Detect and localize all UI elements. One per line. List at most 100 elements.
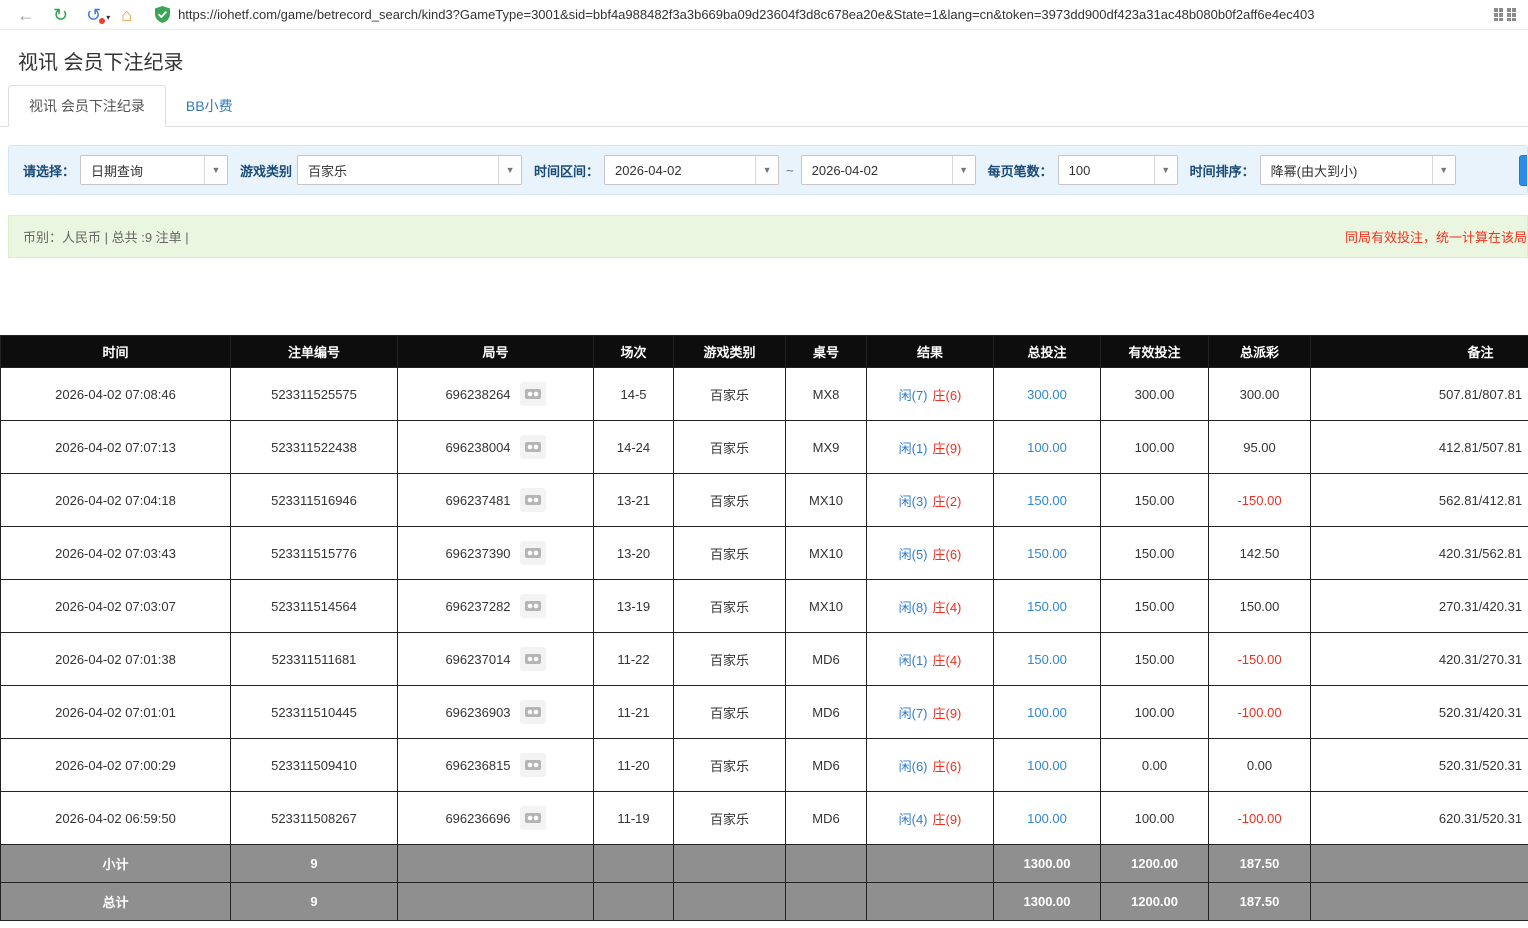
cell-time: 2026-04-02 07:03:43: [1, 527, 231, 580]
history-dropdown-caret[interactable]: ▾: [106, 13, 110, 22]
cell-total-bet: 150.00: [994, 633, 1101, 686]
bet-records-table: 时间 注单编号 局号 场次 游戏类别 桌号 结果 总投注 有效投注 总派彩 备注…: [0, 335, 1528, 921]
cell-valid-bet: 150.00: [1101, 527, 1209, 580]
chevron-down-icon: ▼: [1432, 156, 1455, 184]
cell-table-no: MX10: [786, 474, 867, 527]
video-replay-button[interactable]: [520, 647, 546, 671]
total-bet-link[interactable]: 300.00: [1027, 387, 1067, 402]
summary-payout: 187.50: [1209, 845, 1311, 883]
bet-records-table-wrap: 时间 注单编号 局号 场次 游戏类别 桌号 结果 总投注 有效投注 总派彩 备注…: [0, 335, 1528, 921]
cell-remark: 420.31/562.81: [1311, 527, 1528, 580]
search-button[interactable]: [1519, 155, 1528, 186]
video-replay-button[interactable]: [520, 753, 546, 777]
round-number: 696236903: [445, 705, 510, 720]
video-replay-button[interactable]: [520, 541, 546, 565]
back-button-icon[interactable]: ←: [17, 6, 35, 24]
home-icon[interactable]: ⌂: [121, 6, 132, 24]
query-mode-select[interactable]: 日期查询 ▼: [80, 155, 228, 185]
cell-valid-bet: 300.00: [1101, 368, 1209, 421]
cell-bet-no: 523311511681: [231, 633, 398, 686]
cell-table-no: MD6: [786, 686, 867, 739]
cell-remark: 507.81/807.81: [1311, 368, 1528, 421]
cell-bet-no: 523311525575: [231, 368, 398, 421]
apps-grid-icon[interactable]: [1494, 8, 1520, 21]
game-type-value: 百家乐: [298, 161, 498, 180]
cell-game-type: 百家乐: [674, 633, 786, 686]
cell-result: 闲(6)庄(6): [867, 739, 994, 792]
total-bet-link[interactable]: 150.00: [1027, 652, 1067, 667]
cell-time: 2026-04-02 07:03:07: [1, 580, 231, 633]
sort-order-select[interactable]: 降幂(由大到小) ▼: [1260, 155, 1456, 185]
cell-bet-no: 523311522438: [231, 421, 398, 474]
cell-valid-bet: 150.00: [1101, 474, 1209, 527]
cell-round-no: 696238004: [398, 421, 594, 474]
table-row: 2026-04-02 07:00:29 523311509410 6962368…: [1, 739, 1528, 792]
table-row: 2026-04-02 07:03:07 523311514564 6962372…: [1, 580, 1528, 633]
total-bet-link[interactable]: 100.00: [1027, 705, 1067, 720]
cell-payout: -100.00: [1209, 792, 1311, 845]
total-bet-link[interactable]: 150.00: [1027, 493, 1067, 508]
cell-total-bet: 150.00: [994, 527, 1101, 580]
total-bet-link[interactable]: 100.00: [1027, 440, 1067, 455]
total-bet-link[interactable]: 100.00: [1027, 811, 1067, 826]
header-time: 时间: [1, 336, 231, 368]
valid-bet-notice: 同局有效投注，统一计算在该局: [1345, 227, 1527, 246]
summary-valid-bet: 1200.00: [1101, 883, 1209, 921]
cell-valid-bet: 100.00: [1101, 686, 1209, 739]
tab-bb-tips[interactable]: BB小费: [166, 86, 253, 126]
cell-valid-bet: 150.00: [1101, 633, 1209, 686]
cell-table-no: MX10: [786, 580, 867, 633]
video-replay-button[interactable]: [520, 594, 546, 618]
cell-session: 11-20: [594, 739, 674, 792]
cell-time: 2026-04-02 07:08:46: [1, 368, 231, 421]
video-replay-button[interactable]: [520, 488, 546, 512]
table-row: 2026-04-02 07:08:46 523311525575 6962382…: [1, 368, 1528, 421]
cell-round-no: 696236696: [398, 792, 594, 845]
table-row: 2026-04-02 06:59:50 523311508267 6962366…: [1, 792, 1528, 845]
video-replay-button[interactable]: [520, 435, 546, 459]
total-bet-link[interactable]: 100.00: [1027, 758, 1067, 773]
cell-session: 14-5: [594, 368, 674, 421]
per-page-select[interactable]: 100 ▼: [1058, 155, 1178, 185]
round-number: 696237282: [445, 599, 510, 614]
date-from-value: 2026-04-02: [605, 163, 755, 178]
date-from-select[interactable]: 2026-04-02 ▼: [604, 155, 779, 185]
cell-table-no: MD6: [786, 792, 867, 845]
undo-history-icon[interactable]: ↺: [86, 6, 101, 24]
header-remark: 备注: [1311, 336, 1528, 368]
cell-round-no: 696237282: [398, 580, 594, 633]
cell-total-bet: 300.00: [994, 368, 1101, 421]
result-player: 闲(6): [899, 759, 928, 774]
result-player: 闲(1): [899, 653, 928, 668]
cell-remark: 412.81/507.81: [1311, 421, 1528, 474]
tab-bet-records[interactable]: 视讯 会员下注纪录: [8, 85, 166, 127]
cell-total-bet: 100.00: [994, 421, 1101, 474]
cell-payout: -150.00: [1209, 633, 1311, 686]
cell-payout: 150.00: [1209, 580, 1311, 633]
video-replay-button[interactable]: [520, 700, 546, 724]
cell-time: 2026-04-02 06:59:50: [1, 792, 231, 845]
select-mode-label: 请选择：: [23, 161, 75, 180]
cell-remark: 420.31/270.31: [1311, 633, 1528, 686]
cell-bet-no: 523311508267: [231, 792, 398, 845]
result-player: 闲(3): [899, 494, 928, 509]
total-bet-link[interactable]: 150.00: [1027, 546, 1067, 561]
cell-bet-no: 523311516946: [231, 474, 398, 527]
cell-result: 闲(4)庄(9): [867, 792, 994, 845]
url-bar[interactable]: https://iohetf.com/game/betrecord_search…: [155, 3, 1484, 27]
video-replay-button[interactable]: [520, 382, 546, 406]
cell-total-bet: 150.00: [994, 580, 1101, 633]
video-replay-button[interactable]: [520, 806, 546, 830]
game-type-select[interactable]: 百家乐 ▼: [297, 155, 522, 185]
round-number: 696238004: [445, 440, 510, 455]
cell-time: 2026-04-02 07:01:01: [1, 686, 231, 739]
chevron-down-icon: ▼: [498, 156, 521, 184]
total-bet-link[interactable]: 150.00: [1027, 599, 1067, 614]
cell-session: 13-20: [594, 527, 674, 580]
cell-session: 11-21: [594, 686, 674, 739]
header-payout: 总派彩: [1209, 336, 1311, 368]
date-to-select[interactable]: 2026-04-02 ▼: [801, 155, 976, 185]
refresh-icon[interactable]: ↻: [53, 6, 68, 24]
notification-dot: [99, 18, 105, 24]
table-row: 2026-04-02 07:01:38 523311511681 6962370…: [1, 633, 1528, 686]
